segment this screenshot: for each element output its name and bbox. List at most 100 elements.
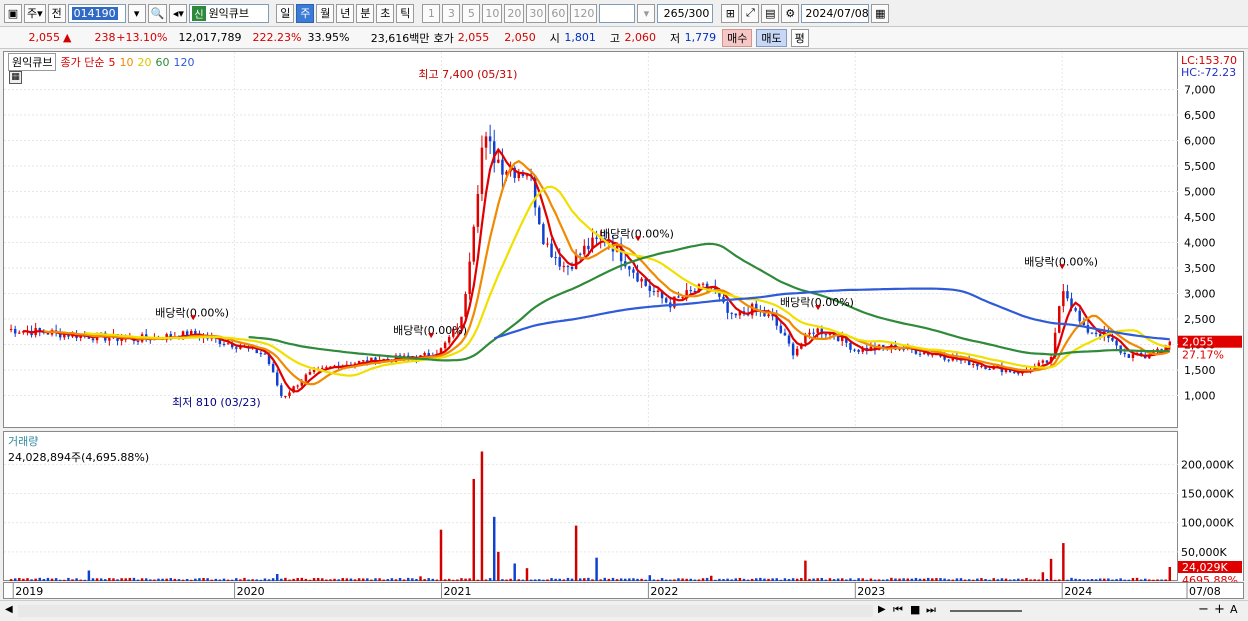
- volume-bar: [472, 478, 475, 581]
- bottom-scroll-bar: ◀ ▶ ⏮ ■ ⏭ − + A: [0, 600, 1248, 621]
- volume-bar: [869, 578, 873, 581]
- volume-bar: [615, 579, 619, 581]
- period-minute[interactable]: 분: [356, 3, 375, 23]
- period-year[interactable]: 년: [336, 3, 355, 23]
- volume-bar: [722, 579, 725, 581]
- volume-bar: [267, 579, 271, 581]
- volume-bar: [1156, 579, 1159, 581]
- interval-20[interactable]: 20: [504, 3, 525, 23]
- auto-scale-icon[interactable]: A: [1230, 603, 1238, 616]
- count-field[interactable]: 265/300: [657, 3, 714, 23]
- volume-bar: [836, 578, 840, 581]
- period-second[interactable]: 초: [376, 3, 395, 23]
- interval-5[interactable]: 5: [462, 3, 481, 23]
- volume-bar: [378, 578, 381, 581]
- volume-chart-svg[interactable]: [4, 432, 1179, 582]
- price-chart-panel[interactable]: 최고 7,400 (05/31) 최저 810 (03/23) 배당락(0.00%)…: [3, 51, 1179, 429]
- volume-bar: [1160, 579, 1163, 581]
- volume-bar: [9, 579, 13, 581]
- candle-body: [538, 207, 541, 225]
- play-last-icon[interactable]: ⏭: [926, 603, 936, 617]
- volume-bar: [1086, 579, 1090, 581]
- period-tick[interactable]: 틱: [396, 3, 415, 23]
- code-dropdown-icon[interactable]: ▾: [127, 3, 146, 23]
- calendar-icon[interactable]: ▦: [871, 3, 890, 23]
- volume-bar: [1115, 579, 1118, 581]
- sell-button[interactable]: 매도: [756, 28, 787, 47]
- price-chart-svg[interactable]: 최고 7,400 (05/31)최저 810 (03/23)배당락(0.00%)…: [4, 52, 1179, 429]
- zoom-in-icon[interactable]: +: [1214, 602, 1225, 617]
- volume-bar: [709, 575, 713, 581]
- volume-bar: [656, 579, 660, 581]
- search-icon[interactable]: 🔍: [147, 3, 168, 23]
- volume-bar: [513, 563, 516, 581]
- right-scale-svg: LC:153.70HC:-72.231,0001,5002,0002,5003,…: [1178, 54, 1242, 587]
- volume-bar: [1058, 579, 1061, 581]
- volume-bar: [808, 578, 811, 581]
- volume-bar: [1033, 579, 1036, 581]
- scroll-track[interactable]: [18, 605, 873, 617]
- play-first-icon[interactable]: ⏮: [893, 603, 903, 617]
- period-month[interactable]: 월: [316, 3, 335, 23]
- interval-120[interactable]: 120: [570, 3, 598, 23]
- volume-bar: [165, 578, 168, 581]
- volume-bar: [812, 578, 815, 581]
- interval-3[interactable]: 3: [442, 3, 461, 23]
- interval-dropdown-icon[interactable]: ▾: [637, 3, 656, 23]
- volume-bar: [898, 578, 901, 581]
- volume-bar: [1049, 558, 1053, 581]
- volume-bar: [1082, 579, 1086, 581]
- candle-body: [275, 372, 279, 386]
- pct-tag: 27.17%: [1182, 349, 1224, 362]
- volume-bar: [1143, 578, 1147, 581]
- candle-body: [972, 364, 975, 366]
- period-type-select[interactable]: 주 ▾: [24, 3, 46, 23]
- candle-body: [423, 352, 426, 356]
- interval-1[interactable]: 1: [422, 3, 441, 23]
- main-toolbar: ▣ 주 ▾ 전 014190 ▾ 🔍 ◂▾ 신 원익큐브 일 주 월 년 분 초 틱…: [0, 0, 1248, 27]
- grid-toggle-icon[interactable]: ▦: [9, 71, 22, 84]
- draw-tool-icon[interactable]: ⤢: [741, 3, 760, 23]
- volume-bar: [210, 579, 213, 581]
- volume-chart-panel[interactable]: [3, 431, 1179, 582]
- volume-bar: [99, 578, 103, 581]
- volume-bar: [750, 578, 754, 581]
- interval-60[interactable]: 60: [548, 3, 569, 23]
- gear-icon[interactable]: ⚙: [781, 3, 800, 23]
- volume-bar: [591, 579, 594, 581]
- scroll-right-icon[interactable]: ▶: [878, 604, 886, 615]
- zoom-slider[interactable]: [950, 610, 1022, 612]
- volume-bar: [149, 579, 152, 581]
- stock-code-field[interactable]: 014190: [67, 3, 126, 23]
- layout-icon[interactable]: ▣: [4, 3, 22, 23]
- candle-body: [235, 347, 238, 349]
- candle-body: [13, 328, 17, 334]
- candle-body: [108, 338, 111, 341]
- low-price: 1,779: [684, 31, 717, 44]
- volume-bar: [1017, 578, 1020, 581]
- prev-button[interactable]: 전: [47, 3, 66, 23]
- interval-30[interactable]: 30: [526, 3, 547, 23]
- volume-bar: [849, 578, 852, 581]
- flat-button[interactable]: 평: [790, 28, 809, 47]
- period-week[interactable]: 주: [296, 3, 315, 23]
- volume-bar: [439, 529, 443, 581]
- volume-bar: [329, 579, 332, 581]
- candle-icon[interactable]: ⊞: [721, 3, 740, 23]
- interval-10[interactable]: 10: [482, 3, 503, 23]
- interval-custom-field[interactable]: [599, 3, 636, 23]
- date-field[interactable]: 2024/07/08: [801, 3, 870, 23]
- save-icon[interactable]: ▤: [761, 3, 780, 23]
- zoom-out-icon[interactable]: −: [1198, 602, 1209, 617]
- volume-bar: [153, 579, 156, 581]
- scroll-left-icon[interactable]: ◀: [5, 604, 13, 615]
- period-day[interactable]: 일: [276, 3, 295, 23]
- volume-bar: [583, 578, 586, 581]
- stop-icon[interactable]: ■: [910, 603, 920, 616]
- volume-bar: [185, 578, 189, 581]
- sound-icon[interactable]: ◂▾: [169, 3, 188, 23]
- buy-button[interactable]: 매수: [722, 28, 753, 47]
- y-tick-label: 4,000: [1184, 237, 1216, 250]
- stock-name-field[interactable]: 신 원익큐브: [189, 3, 270, 23]
- volume-bar: [247, 579, 250, 581]
